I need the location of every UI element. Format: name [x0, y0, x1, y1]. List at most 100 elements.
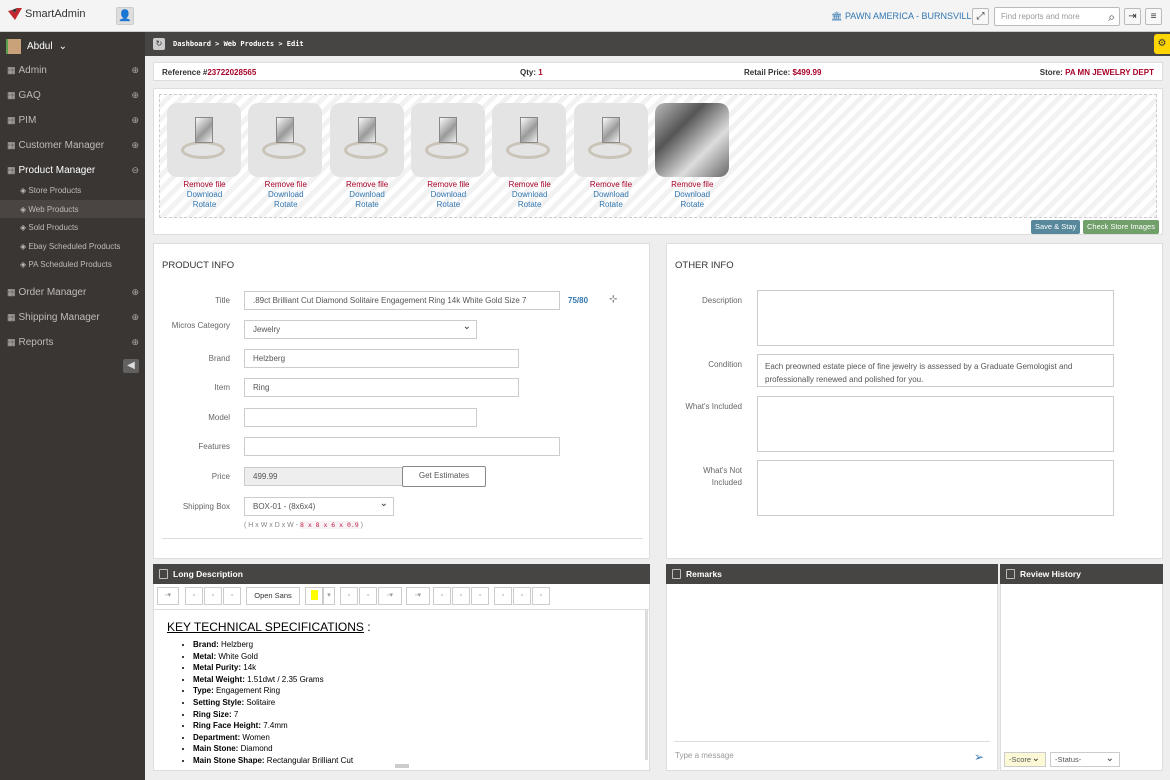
editor-toolbar-icon[interactable]: ▫ [204, 587, 222, 605]
send-icon[interactable]: ➢ [974, 750, 984, 764]
title-field[interactable]: .89ct Brilliant Cut Diamond Solitaire En… [244, 291, 560, 310]
rotate-link[interactable]: Rotate [655, 200, 730, 209]
fullscreen-icon[interactable]: ⤢ [972, 8, 989, 25]
image-thumbnail[interactable]: Remove file Download Rotate [573, 103, 649, 209]
remove-file-link[interactable]: Remove file [492, 180, 567, 189]
editor-toolbar-icon[interactable]: ▫ [340, 587, 358, 605]
user-menu[interactable]: Abdul ⌄ [6, 37, 67, 55]
sidebar-subitem-pa-scheduled[interactable]: ◈ PA Scheduled Products [0, 255, 145, 273]
rotate-link[interactable]: Rotate [411, 200, 486, 209]
download-link[interactable]: Download [655, 190, 730, 199]
model-field[interactable] [244, 408, 477, 427]
image-thumbnail[interactable]: Remove file Download Rotate [167, 103, 242, 209]
image-thumbnail[interactable]: Remove file Download Rotate [410, 103, 486, 209]
image-thumbnail[interactable]: Remove file Download Rotate [492, 103, 567, 209]
image-thumbnail[interactable]: Remove file Download Rotate [329, 103, 405, 209]
ring-image[interactable] [410, 103, 485, 177]
brand-field[interactable]: Helzberg [244, 349, 519, 368]
status-select[interactable]: -Status- [1050, 752, 1120, 767]
sitemap-icon[interactable]: ⊹ [609, 294, 617, 305]
sidebar-item-order-manager[interactable]: ▦ Order Manager ⊕ [0, 282, 145, 302]
search-input[interactable]: Find reports and more ⌕ [994, 7, 1120, 26]
remove-file-link[interactable]: Remove file [574, 180, 649, 189]
sidebar-subitem-store-products[interactable]: ◈ Store Products [0, 181, 145, 199]
long-description-editor[interactable]: KEY TECHNICAL SPECIFICATIONS : Brand: He… [167, 620, 642, 767]
ring-image[interactable] [492, 103, 567, 177]
image-thumbnail[interactable]: Remove file Download Rotate [654, 103, 730, 209]
remove-file-link[interactable]: Remove file [655, 180, 730, 189]
editor-toolbar-icon[interactable]: ▫ [513, 587, 531, 605]
sidebar-subitem-web-products[interactable]: ◈ Web Products [0, 200, 145, 218]
condition-textarea[interactable]: Each preowned estate piece of fine jewel… [757, 354, 1114, 387]
download-link[interactable]: Download [248, 190, 323, 199]
shipping-box-select[interactable]: BOX-01 - (8x6x4) [244, 497, 394, 516]
remove-file-link[interactable]: Remove file [167, 180, 242, 189]
editor-toolbar-icon[interactable]: ▾ [323, 587, 335, 605]
logout-icon[interactable]: ⇥ [1124, 8, 1141, 25]
whats-included-textarea[interactable] [757, 396, 1114, 452]
remove-file-link[interactable]: Remove file [248, 180, 323, 189]
editor-toolbar-icon[interactable]: ▫▾ [157, 587, 179, 605]
highlight-color-icon[interactable] [305, 587, 323, 605]
download-link[interactable]: Download [574, 190, 649, 199]
sidebar-item-product-manager[interactable]: ▦ Product Manager ⊖ [0, 160, 145, 180]
sidebar-subitem-sold-products[interactable]: ◈ Sold Products [0, 218, 145, 236]
remove-file-link[interactable]: Remove file [411, 180, 486, 189]
get-estimates-button[interactable]: Get Estimates [402, 466, 486, 487]
editor-toolbar-icon[interactable]: ▫ [223, 587, 241, 605]
rotate-link[interactable]: Rotate [574, 200, 649, 209]
download-link[interactable]: Download [411, 190, 486, 199]
store-selector[interactable]: 🏛 PAWN AMERICA - BURNSVILLE ⌄ [831, 11, 988, 22]
image-dropzone[interactable]: Remove file Download Rotate Remove file Down… [159, 94, 1157, 218]
font-family-select[interactable]: Open Sans [246, 587, 300, 605]
editor-toolbar-icon[interactable]: ▫ [494, 587, 512, 605]
save-stay-button[interactable]: Save & Stay [1031, 220, 1081, 234]
settings-gear-icon[interactable]: ⚙ [1154, 34, 1170, 54]
sidebar-item-customer-manager[interactable]: ▦ Customer Manager ⊕ [0, 135, 145, 155]
score-select[interactable]: -Score [1004, 752, 1046, 767]
editor-resize-handle[interactable] [395, 764, 409, 768]
search-icon[interactable]: ⌕ [1108, 10, 1115, 25]
sidebar-item-pim[interactable]: ▦ PIM ⊕ [0, 110, 145, 130]
editor-toolbar-icon[interactable]: ▫ [185, 587, 203, 605]
editor-toolbar-icon[interactable]: ▫ [532, 587, 550, 605]
sidebar-item-admin[interactable]: ▦ Admin ⊕ [0, 60, 145, 80]
sidebar-subitem-ebay-scheduled[interactable]: ◈ Ebay Scheduled Products [0, 237, 145, 255]
rotate-link[interactable]: Rotate [167, 200, 242, 209]
editor-toolbar-icon[interactable]: ▫ [471, 587, 489, 605]
ring-image[interactable] [573, 103, 648, 177]
rotate-link[interactable]: Rotate [330, 200, 405, 209]
download-link[interactable]: Download [330, 190, 405, 199]
message-input[interactable]: Type a message [675, 751, 734, 760]
editor-toolbar-icon[interactable]: ▫▾ [378, 587, 402, 605]
sidebar-collapse-icon[interactable]: ◀ [123, 359, 139, 373]
category-select[interactable]: Jewelry [244, 320, 477, 339]
editor-toolbar-icon[interactable]: ▫ [359, 587, 377, 605]
ring-image[interactable] [329, 103, 404, 177]
image-thumbnail[interactable]: Remove file Download Rotate [248, 103, 323, 209]
refresh-icon[interactable]: ↻ [153, 38, 165, 50]
editor-toolbar-icon[interactable]: ▫ [433, 587, 451, 605]
sidebar-item-gaq[interactable]: ▦ GAQ ⊕ [0, 85, 145, 105]
editor-toolbar-icon[interactable]: ▫▾ [406, 587, 430, 605]
rotate-link[interactable]: Rotate [492, 200, 567, 209]
ring-image[interactable] [248, 103, 323, 177]
editor-toolbar-icon[interactable]: ▫ [452, 587, 470, 605]
download-link[interactable]: Download [492, 190, 567, 199]
sidebar-item-reports[interactable]: ▦ Reports ⊕ [0, 332, 145, 352]
logo[interactable]: SmartAdmin [8, 8, 86, 20]
ring-image[interactable] [167, 103, 241, 177]
features-field[interactable] [244, 437, 560, 456]
whats-not-included-textarea[interactable] [757, 460, 1114, 516]
rotate-link[interactable]: Rotate [248, 200, 323, 209]
editor-scrollbar[interactable] [645, 610, 648, 760]
sidebar-item-shipping-manager[interactable]: ▦ Shipping Manager ⊕ [0, 307, 145, 327]
check-store-images-button[interactable]: Check Store Images [1083, 220, 1159, 234]
item-field[interactable]: Ring [244, 378, 519, 397]
download-link[interactable]: Download [167, 190, 242, 199]
user-avatar-icon[interactable]: 👤 [116, 7, 134, 25]
remove-file-link[interactable]: Remove file [330, 180, 405, 189]
description-textarea[interactable] [757, 290, 1114, 346]
menu-icon[interactable]: ≡ [1145, 8, 1162, 25]
ring-image[interactable] [654, 103, 729, 177]
